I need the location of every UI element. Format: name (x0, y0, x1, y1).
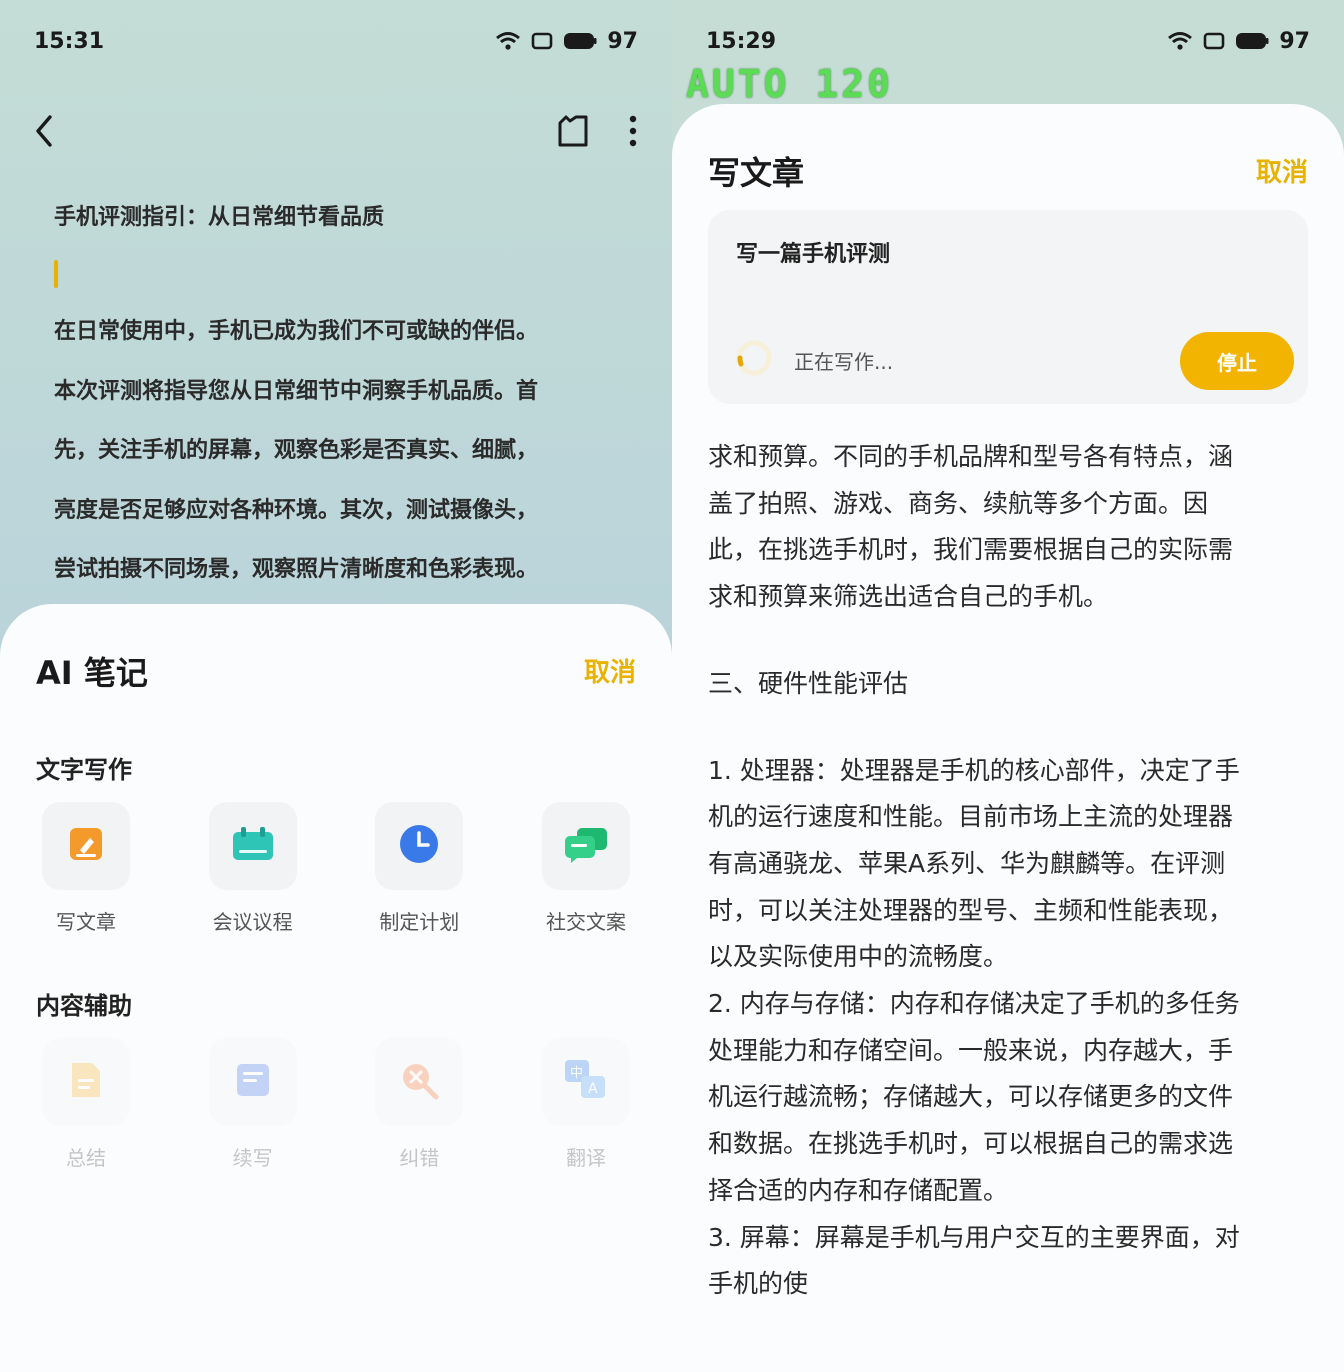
text-cursor (54, 260, 58, 288)
article-line: 此，在挑选手机时，我们需要根据自己的实际需 (708, 535, 1234, 565)
tool-label: 社交文案 (545, 910, 626, 934)
article-line: 时，可以关注处理器的型号、主频和性能表现， (708, 895, 1234, 925)
tool-meeting-agenda[interactable]: 会议议程 (203, 802, 303, 935)
tool-label: 制定计划 (379, 910, 460, 934)
note-line: 先，关注手机的屏幕，观察色彩是否真实、细腻， (54, 438, 539, 463)
note-body: 在日常使用中，手机已成为我们不可或缺的伴侣。 本次评测将指导您从日常细节中洞察手… (54, 302, 632, 600)
article-line: 机的运行速度和性能。目前市场上主流的处理器 (708, 802, 1234, 832)
article-line: 和数据。在挑选手机时，可以根据自己的需求选 (708, 1129, 1234, 1159)
article-line: 手机的使 (708, 1269, 809, 1299)
note-title: 手机评测指引：从日常细节看品质 (54, 205, 385, 230)
article-line: 处理能力和存储空间。一般来说，内存越大，手 (708, 1035, 1234, 1065)
status-time: 15:31 (34, 28, 105, 54)
tool-summary[interactable]: 总结 (36, 1038, 136, 1171)
clock-icon (398, 823, 440, 869)
sheet-title: 写文章 (708, 154, 805, 192)
tool-social-copy[interactable]: 社交文案 (536, 802, 636, 935)
section-text-writing: 文字写作 (36, 756, 132, 784)
wifi-icon (495, 31, 521, 51)
translate-icon: 中A (563, 1058, 609, 1106)
article-line: 以及实际使用中的流畅度。 (708, 942, 1009, 972)
tool-label: 纠错 (399, 1146, 440, 1170)
battery-icon (1235, 32, 1269, 50)
tool-translate[interactable]: 中A 翻译 (536, 1038, 636, 1171)
status-bar: 15:29 97 (706, 24, 1310, 58)
sheet-title: AI 笔记 (36, 654, 148, 692)
tool-make-plan[interactable]: 制定计划 (369, 802, 469, 935)
prompt-text: 写一篇手机评测 (736, 242, 891, 267)
battery-level: 97 (607, 28, 638, 54)
left-phone-screen: 15:31 97 手机评测指引：从日常细节看品质 在日常使用中，手机已成为我们不… (0, 0, 672, 1372)
note-line: 尝试拍摄不同场景，观察照片清晰度和色彩表现。 (54, 557, 539, 582)
note-content[interactable]: 手机评测指引：从日常细节看品质 在日常使用中，手机已成为我们不可或缺的伴侣。 本… (54, 198, 632, 600)
tool-continue-writing[interactable]: 续写 (203, 1038, 303, 1171)
generated-article: 求和预算。不同的手机品牌和型号各有特点，涵 盖了拍照、游戏、商务、续航等多个方面… (708, 434, 1308, 1308)
article-line: 机运行越流畅；存储越大，可以存储更多的文件 (708, 1082, 1234, 1112)
refresh-rate-overlay: AUTO 120 (686, 62, 894, 106)
writing-tools: 写文章 会议议程 制定计划 社交文案 (36, 802, 636, 935)
calendar-icon (231, 824, 275, 868)
article-line: 求和预算来筛选出适合自己的手机。 (708, 582, 1109, 612)
tool-label: 会议议程 (212, 910, 293, 934)
ai-note-sheet: AI 笔记 取消 文字写作 写文章 会议议程 制定计划 社交文案 内容辅助 总结… (0, 604, 672, 1372)
article-line: 1. 处理器：处理器是手机的核心部件，决定了手 (708, 755, 1240, 785)
article-line: 有高通骁龙、苹果A系列、华为麒麟等。在评测 (708, 848, 1226, 878)
article-line: 2. 内存与存储：内存和存储决定了手机的多任务 (708, 989, 1240, 1019)
article-line: 盖了拍照、游戏、商务、续航等多个方面。因 (708, 488, 1209, 518)
article-heading: 三、硬件性能评估 (708, 668, 909, 698)
tool-label: 总结 (66, 1146, 106, 1170)
write-article-sheet: 写文章 取消 写一篇手机评测 正在写作... 停止 求和预算。不同的手机品牌和型… (672, 104, 1344, 1372)
wifi-icon (1167, 31, 1193, 51)
back-icon[interactable] (30, 113, 58, 153)
edit-document-icon (66, 824, 106, 868)
svg-text:中: 中 (570, 1066, 583, 1081)
cancel-button[interactable]: 取消 (1256, 152, 1308, 189)
battery-icon (563, 32, 597, 50)
assist-tools: 总结 续写 纠错 中 A 翻译 (36, 1038, 636, 1171)
tool-label: 写文章 (56, 910, 116, 934)
article-line: 择合适的内存和存储配置。 (708, 1175, 1009, 1205)
tool-label: 续写 (232, 1146, 273, 1170)
summary-document-icon (68, 1059, 104, 1105)
loading-spinner-icon (734, 338, 774, 382)
section-content-assist: 内容辅助 (36, 992, 132, 1020)
tag-icon[interactable] (556, 113, 590, 153)
cancel-button[interactable]: 取消 (584, 652, 636, 689)
article-line: 3. 屏幕：屏幕是手机与用户交互的主要界面，对 (708, 1222, 1240, 1252)
writing-status: 正在写作... (734, 338, 893, 382)
prompt-card: 写一篇手机评测 正在写作... 停止 (708, 210, 1308, 404)
stop-button[interactable]: 停止 (1180, 332, 1294, 390)
continue-document-icon (233, 1060, 273, 1104)
writing-text: 正在写作... (794, 349, 894, 374)
note-line: 亮度是否足够应对各种环境。其次，测试摄像头， (54, 497, 539, 523)
note-line: 在日常使用中，手机已成为我们不可或缺的伴侣。 (54, 319, 539, 344)
screen-rotate-icon (1203, 31, 1225, 51)
status-bar: 15:31 97 (34, 24, 638, 58)
note-line: 本次评测将指导您从日常细节中洞察手机品质。首 (54, 378, 539, 404)
chat-bubbles-icon (563, 824, 609, 868)
right-phone-screen: 15:29 97 AUTO 120 写文章 取消 写一篇手机评测 正在写作... (672, 0, 1344, 1372)
screen-rotate-icon (531, 31, 553, 51)
svg-text:A: A (588, 1081, 598, 1097)
status-time: 15:29 (706, 28, 777, 54)
magnifier-error-icon (397, 1058, 441, 1106)
article-line: 求和预算。不同的手机品牌和型号各有特点，涵 (708, 442, 1234, 471)
note-toolbar (30, 108, 638, 158)
tool-correction[interactable]: 纠错 (369, 1038, 469, 1171)
tool-write-article[interactable]: 写文章 (36, 802, 136, 935)
tool-label: 翻译 (565, 1146, 606, 1170)
more-options-icon[interactable] (628, 113, 638, 153)
battery-level: 97 (1279, 28, 1310, 54)
